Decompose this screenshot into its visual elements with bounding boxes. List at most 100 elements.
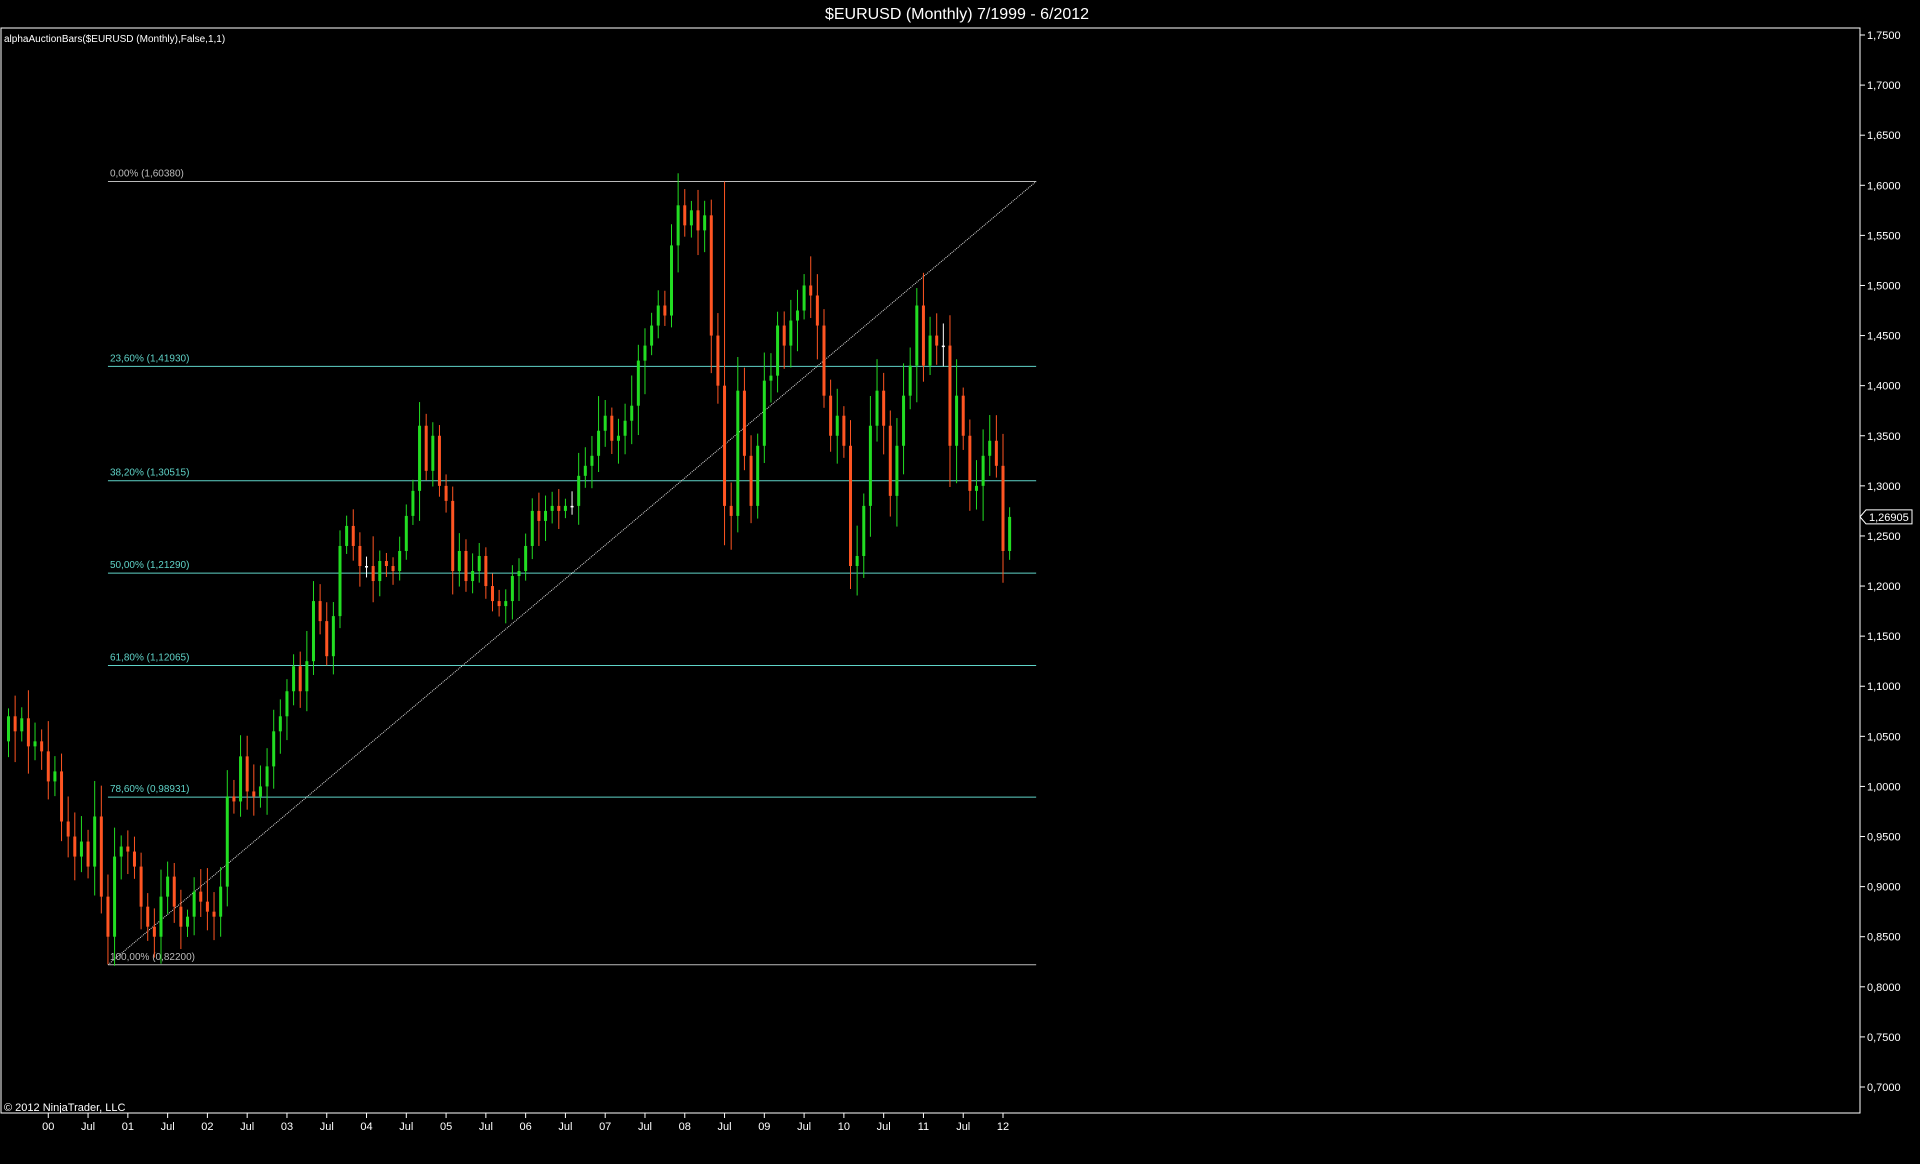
candle-body <box>835 415 839 436</box>
x-tick-label: 07 <box>599 1121 611 1133</box>
candle-body <box>391 566 395 572</box>
y-tick-label: 1,2000 <box>1867 581 1901 593</box>
candle-body <box>988 440 992 456</box>
candle-body <box>311 601 315 662</box>
candle-body <box>252 791 256 797</box>
copyright-text: © 2012 NinjaTrader, LLC <box>4 1102 125 1114</box>
candle-body <box>689 210 693 226</box>
candle-body <box>7 716 10 742</box>
last-price-marker: 1,26905 <box>1859 509 1913 525</box>
x-tick-label: Jul <box>320 1121 334 1133</box>
candle-body <box>749 455 753 506</box>
x-tick-label: 03 <box>281 1121 293 1133</box>
candle-body <box>663 305 667 316</box>
candle-body <box>650 325 654 346</box>
x-tick-label: Jul <box>399 1121 413 1133</box>
candle-body <box>563 505 567 511</box>
candle-body <box>20 718 24 732</box>
candle-body <box>451 500 455 572</box>
candlestick-chart[interactable]: $EURUSD (Monthly) 7/1999 - 6/2012 alphaA… <box>0 0 1920 1159</box>
fib-label: 61,80% (1,12065) <box>110 653 190 664</box>
candle-body <box>490 586 494 602</box>
x-tick-label: Jul <box>956 1121 970 1133</box>
x-tick-label: 00 <box>42 1121 54 1133</box>
candle-body <box>484 555 488 587</box>
candle-body <box>298 666 302 692</box>
candle-body <box>623 420 627 436</box>
candle-body <box>404 515 408 551</box>
candle-body <box>384 561 388 567</box>
x-tick-label: 12 <box>997 1121 1009 1133</box>
y-tick-label: 1,5000 <box>1867 280 1901 292</box>
y-tick-label: 1,3500 <box>1867 431 1901 443</box>
candle-body <box>351 525 355 546</box>
fib-label: 78,60% (0,98931) <box>110 784 190 795</box>
candle-body <box>132 851 136 867</box>
y-tick-label: 1,4000 <box>1867 381 1901 393</box>
y-tick-label: 1,3000 <box>1867 481 1901 493</box>
y-tick-label: 1,4500 <box>1867 331 1901 343</box>
candle-body <box>776 325 780 376</box>
candle-body <box>709 215 713 336</box>
candle-body <box>212 911 216 917</box>
candle-body <box>33 741 37 747</box>
candle-body <box>457 550 461 572</box>
candle-body <box>66 821 70 837</box>
candle-body <box>431 435 435 471</box>
candle-body <box>822 325 826 396</box>
candle-body <box>968 435 972 491</box>
x-tick-label: Jul <box>479 1121 493 1133</box>
x-tick-label: 11 <box>918 1121 929 1133</box>
candle-body <box>152 926 156 937</box>
candle-body <box>331 616 335 657</box>
x-tick-label: 10 <box>838 1121 850 1133</box>
chart-title: $EURUSD (Monthly) 7/1999 - 6/2012 <box>825 6 1089 23</box>
candle-body <box>292 666 296 692</box>
chart-background <box>0 0 1920 1159</box>
candle-body <box>769 375 773 381</box>
candle-body <box>139 866 143 907</box>
y-tick-label: 1,0500 <box>1867 731 1901 743</box>
x-tick-label: 02 <box>201 1121 213 1133</box>
candle-body <box>756 445 760 506</box>
x-tick-label: 01 <box>122 1121 134 1133</box>
last-price-label: 1,26905 <box>1869 512 1909 524</box>
y-tick-label: 1,2500 <box>1867 531 1901 543</box>
candle-body <box>729 505 733 516</box>
candle-body <box>497 601 501 607</box>
candle-body <box>643 345 647 361</box>
candle-body <box>524 545 528 572</box>
candle-body <box>1008 516 1012 551</box>
candle-body <box>411 490 415 516</box>
candle-body <box>358 545 362 567</box>
y-tick-label: 1,7500 <box>1867 30 1901 42</box>
candle-body <box>597 430 601 456</box>
candle-body <box>630 405 634 421</box>
y-tick-label: 0,7500 <box>1867 1032 1901 1044</box>
candle-body <box>239 756 243 802</box>
y-tick-label: 1,1000 <box>1867 681 1901 693</box>
candle-body <box>437 435 441 486</box>
candle-body <box>961 395 965 436</box>
candle-body <box>736 390 740 516</box>
candle-body <box>73 836 77 857</box>
candle-body <box>703 215 707 231</box>
candle-body <box>656 305 660 326</box>
candle-body <box>186 916 190 927</box>
x-tick-label: 08 <box>679 1121 691 1133</box>
y-tick-label: 0,8000 <box>1867 982 1901 994</box>
candle-body <box>994 440 998 466</box>
candle-body <box>941 345 945 348</box>
x-tick-label: Jul <box>81 1121 95 1133</box>
candle[interactable] <box>756 433 760 519</box>
candle-body <box>742 390 746 456</box>
candle-body <box>550 505 554 511</box>
candle-body <box>225 796 229 887</box>
candle-body <box>40 741 44 752</box>
candle-body <box>53 771 57 782</box>
x-tick-label: Jul <box>718 1121 732 1133</box>
candle-body <box>199 891 203 902</box>
candle-body <box>809 285 813 296</box>
chart-window: $EURUSD (Monthly) 7/1999 - 6/2012 alphaA… <box>0 0 1920 1159</box>
candle-body <box>544 510 548 521</box>
